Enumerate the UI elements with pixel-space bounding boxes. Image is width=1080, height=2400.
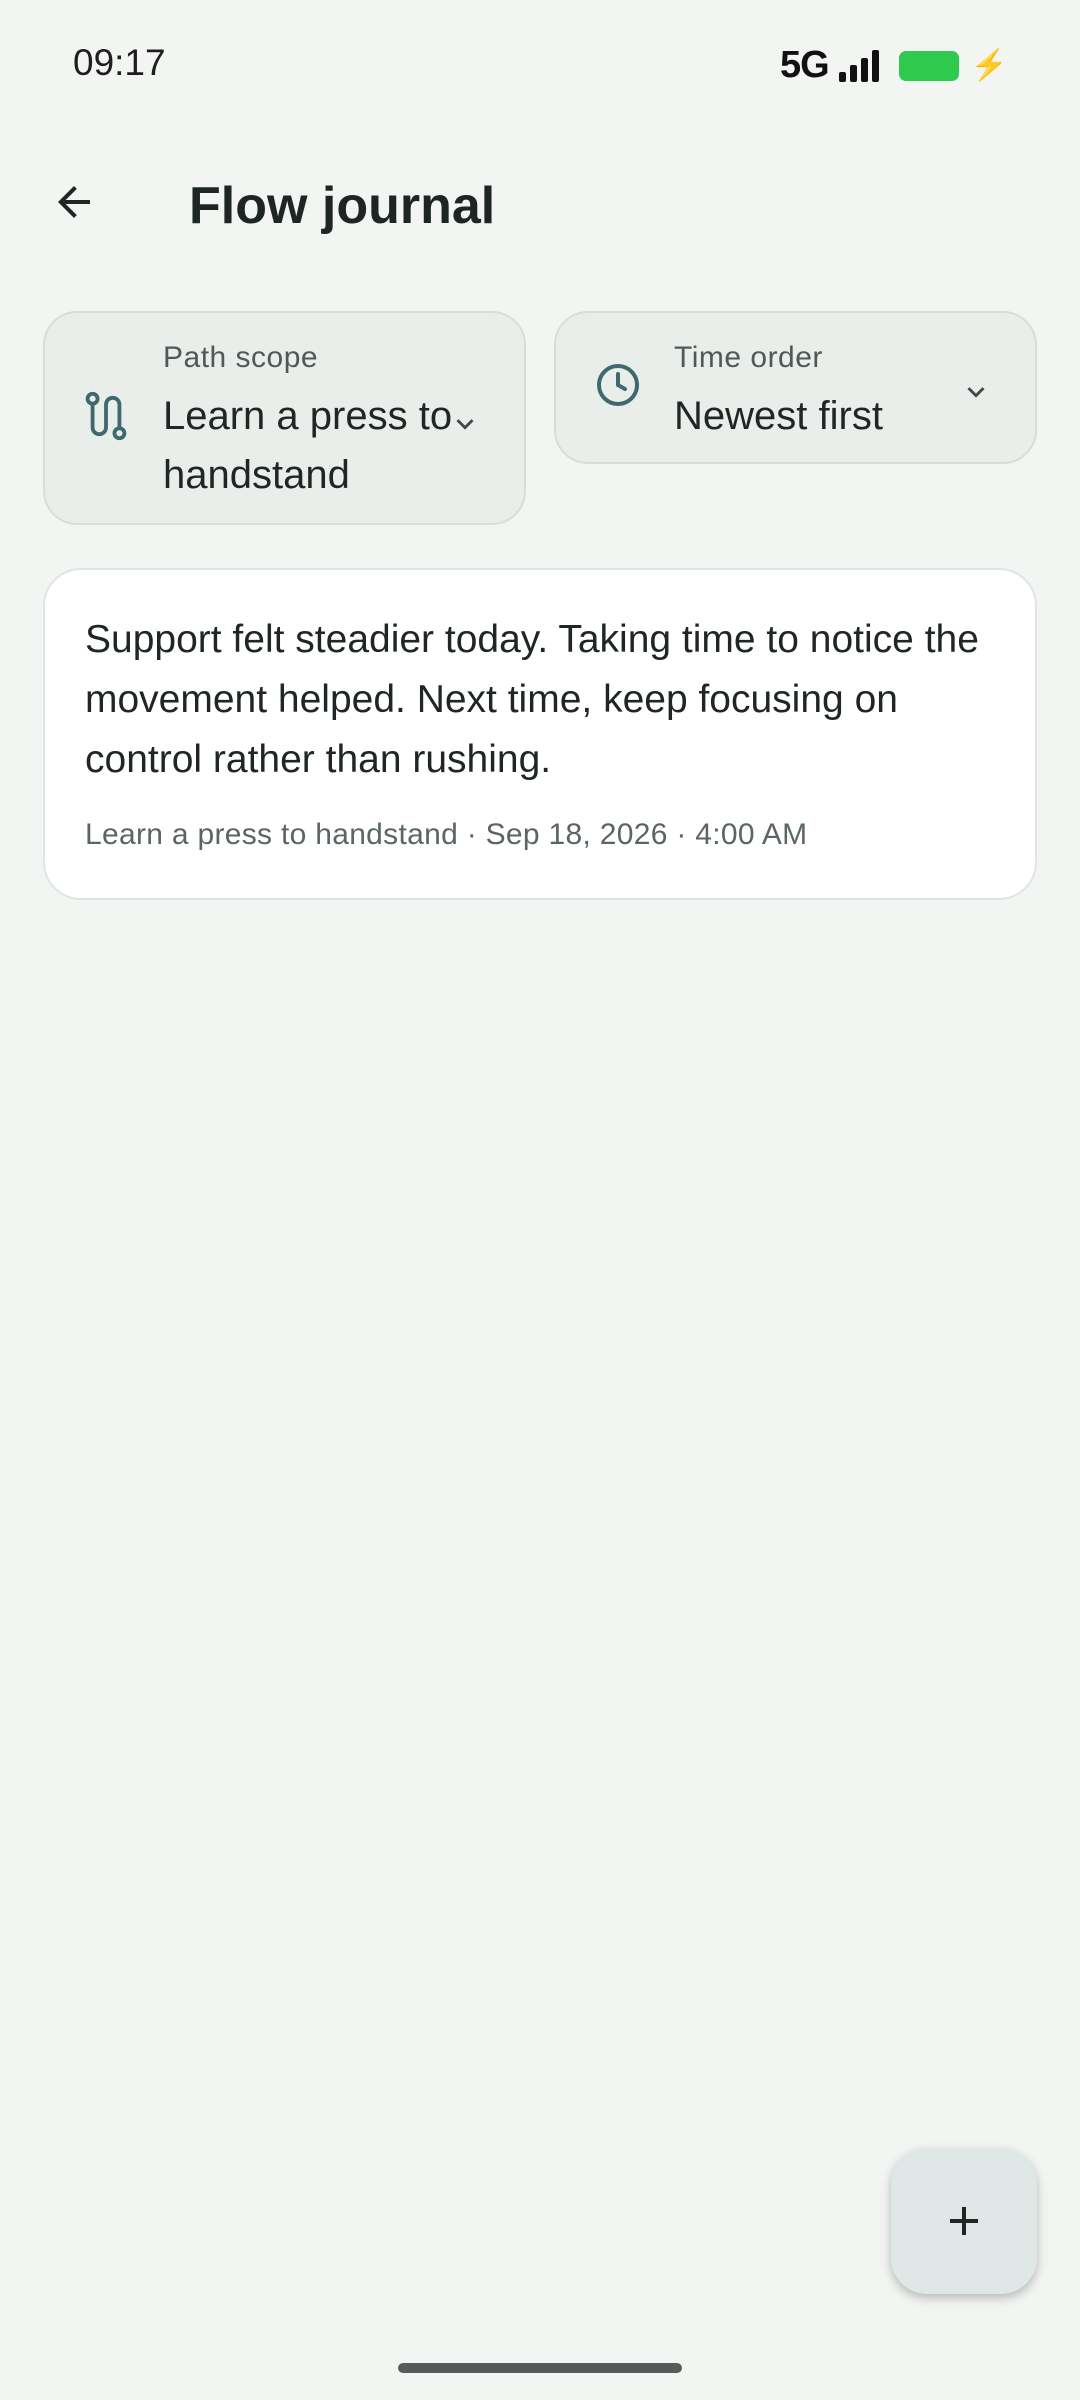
page-title: Flow journal — [189, 177, 496, 235]
battery-icon — [898, 50, 959, 81]
route-icon — [85, 391, 127, 441]
screen: 09:17 5G ⚡ Flow journal Path scope Learn… — [0, 0, 1080, 2400]
chevron-down-icon — [967, 387, 985, 398]
add-entry-button[interactable] — [891, 2148, 1037, 2294]
time-order-label: Time order — [674, 341, 823, 374]
add-icon — [950, 2207, 978, 2235]
status-time: 09:17 — [73, 42, 166, 83]
time-order-value: Newest first — [674, 394, 883, 438]
path-scope-label: Path scope — [163, 341, 319, 374]
back-button[interactable] — [42, 170, 106, 234]
path-scope-dropdown[interactable]: Path scope Learn a press to handstand — [43, 311, 526, 525]
status-icons: 5G ⚡ — [780, 44, 1008, 87]
time-order-dropdown[interactable]: Time order Newest first — [554, 311, 1037, 464]
clock-icon — [597, 364, 639, 406]
gesture-handle[interactable] — [398, 2363, 682, 2373]
signal-icon — [838, 49, 879, 82]
entry-text: Support felt steadier today. Taking time… — [85, 618, 979, 781]
charging-icon: ⚡ — [970, 49, 1008, 82]
network-label: 5G — [779, 44, 830, 86]
entry-meta: Learn a press to handstand · Sep 18, 202… — [85, 818, 808, 851]
chevron-down-icon — [456, 419, 474, 430]
arrow-back-icon — [58, 186, 90, 218]
path-scope-value: Learn a press to handstand — [163, 394, 453, 497]
journal-entry-card[interactable]: Support felt steadier today. Taking time… — [43, 568, 1037, 900]
